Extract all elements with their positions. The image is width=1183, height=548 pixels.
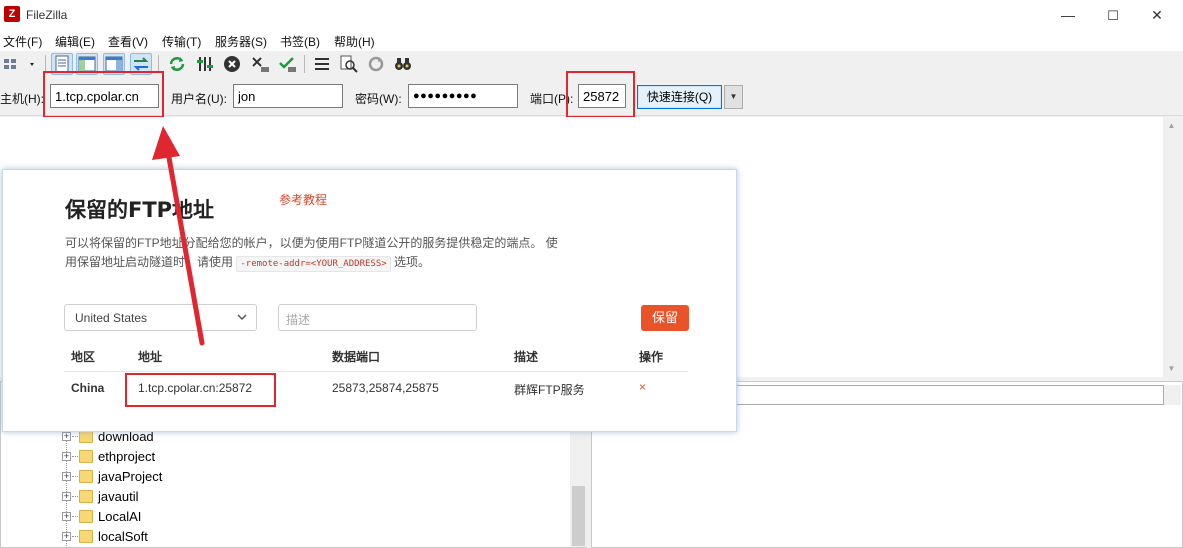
watermark: 掘金技术社区 @ 袁煦丞cpolar内网穿透实验室 — [739, 509, 1167, 533]
arrow-shaft — [165, 149, 205, 346]
filezilla-window: Z FileZilla — ☐ ✕ 文件(F) 编辑(E) 查看(V) 传输(T… — [0, 0, 1183, 548]
annotation-arrow — [152, 126, 205, 346]
arrow-head — [152, 126, 180, 160]
